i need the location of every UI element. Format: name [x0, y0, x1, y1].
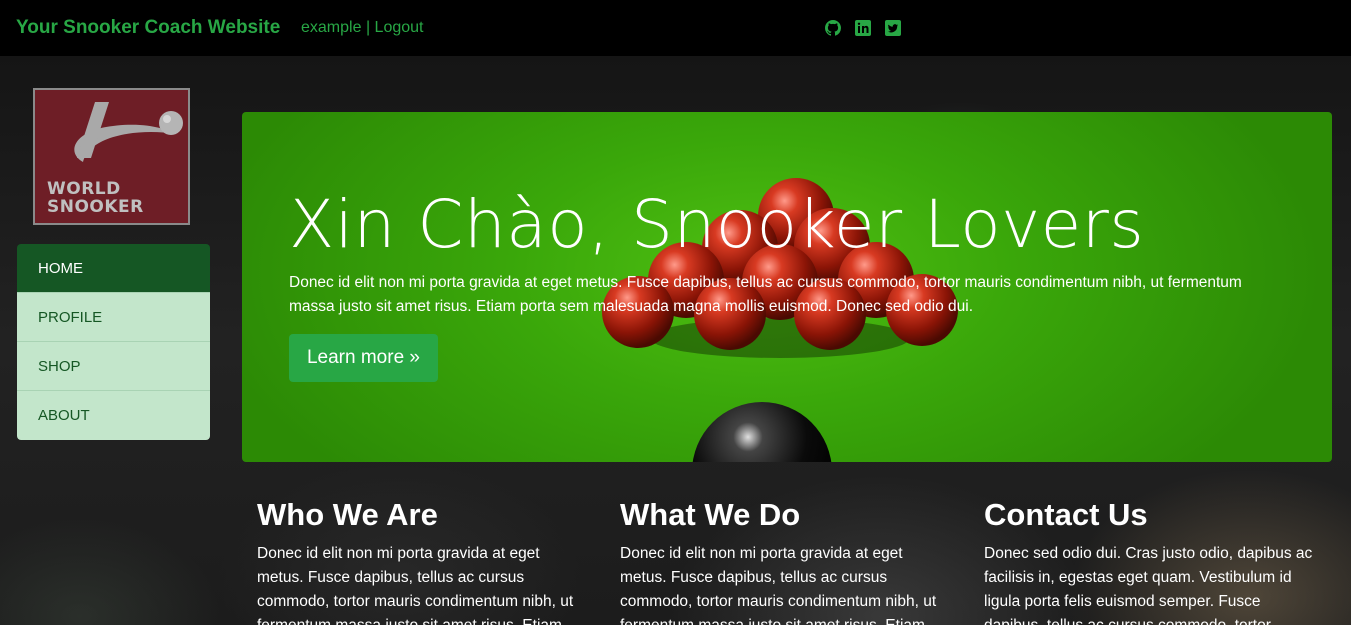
linkedin-icon[interactable]: [855, 20, 871, 36]
user-links: example | Logout: [301, 19, 423, 37]
column-text: Donec id elit non mi porta gravida at eg…: [257, 545, 574, 625]
top-navbar: Your Snooker Coach Website example | Log…: [0, 0, 1351, 56]
column-heading: Contact Us: [984, 497, 1148, 532]
logo-text-snooker: SNOOKER: [47, 197, 144, 217]
logout-link[interactable]: Logout: [375, 19, 424, 36]
github-icon[interactable]: [825, 20, 841, 36]
column-text: Donec id elit non mi porta gravida at eg…: [620, 545, 937, 625]
logo-text-world: WORLD: [47, 179, 121, 199]
hero-text: Donec id elit non mi porta gravida at eg…: [289, 274, 1242, 315]
twitter-icon[interactable]: [885, 20, 901, 36]
hero-title: Xin Chào, Snooker Lovers: [289, 186, 1145, 263]
username-link[interactable]: example: [301, 19, 361, 36]
column-text: Donec sed odio dui. Cras justo odio, dap…: [984, 545, 1313, 625]
column-what-we-do: What We Do Donec id elit non mi porta gr…: [620, 496, 952, 625]
brand-link[interactable]: Your Snooker Coach Website: [16, 17, 280, 39]
world-snooker-logo[interactable]: WORLD SNOOKER: [33, 88, 190, 225]
menu-item-shop[interactable]: SHOP: [17, 342, 210, 391]
learn-more-button[interactable]: Learn more »: [289, 334, 438, 382]
column-heading: Who We Are: [257, 497, 438, 532]
side-menu: HOME PROFILE SHOP ABOUT: [17, 244, 210, 440]
column-who-we-are: Who We Are Donec id elit non mi porta gr…: [257, 496, 589, 625]
separator: |: [365, 19, 371, 36]
social-links: [825, 20, 901, 36]
column-heading: What We Do: [620, 497, 801, 532]
column-contact-us: Contact Us Donec sed odio dui. Cras just…: [984, 496, 1316, 625]
hero-banner: Xin Chào, Snooker Lovers Donec id elit n…: [242, 112, 1332, 462]
menu-item-profile[interactable]: PROFILE: [17, 293, 210, 342]
menu-item-home[interactable]: HOME: [17, 244, 210, 293]
menu-item-about[interactable]: ABOUT: [17, 391, 210, 440]
